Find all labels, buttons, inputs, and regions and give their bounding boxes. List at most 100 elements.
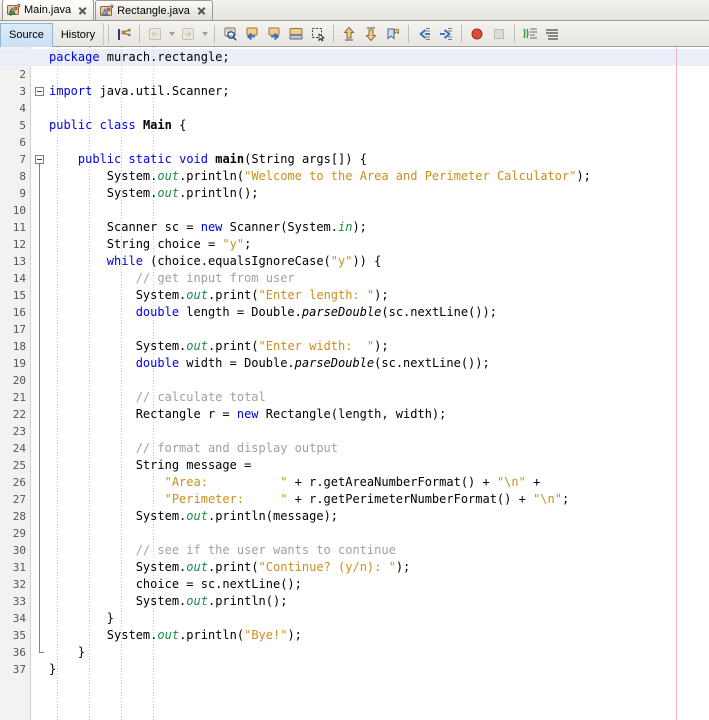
code-line[interactable] (49, 423, 709, 440)
code-line[interactable] (49, 202, 709, 219)
shift-line-right-icon[interactable] (435, 23, 457, 45)
code-line[interactable] (49, 525, 709, 542)
stop-macro-recording-icon (488, 23, 510, 45)
uncomment-icon[interactable] (541, 23, 563, 45)
code-line[interactable]: Rectangle r = new Rectangle(length, widt… (49, 406, 709, 423)
editor-tab-rectangle-java[interactable]: Rectangle.java (95, 0, 213, 20)
code-line[interactable]: // calculate total (49, 389, 709, 406)
line-number: 22 (12, 408, 26, 421)
line-number: 35 (12, 629, 26, 642)
comment-icon[interactable] (519, 23, 541, 45)
code-line[interactable]: // get input from user (49, 270, 709, 287)
line-number: 33 (12, 595, 26, 608)
line-number: 5 (19, 119, 26, 132)
code-line[interactable]: System.out.println(); (49, 185, 709, 202)
fold-range-line (39, 164, 40, 652)
code-line[interactable]: double length = Double.parseDouble(sc.ne… (49, 304, 709, 321)
editor-tab-main-java[interactable]: Main.java (2, 0, 95, 20)
toolbar-separator (139, 24, 141, 43)
start-macro-recording-icon[interactable] (466, 23, 488, 45)
code-line[interactable] (49, 66, 709, 83)
line-number-gutter[interactable]: 1234567891011121314151617181920212223242… (0, 47, 31, 720)
last-edit-position-icon[interactable] (113, 23, 135, 45)
line-number: 25 (12, 459, 26, 472)
code-editor[interactable]: 1234567891011121314151617181920212223242… (0, 47, 709, 720)
view-mode-tabs: Source History (0, 21, 105, 47)
code-line[interactable]: System.out.print("Continue? (y/n): "); (49, 559, 709, 576)
line-number: 4 (19, 102, 26, 115)
editor-tab-label: Rectangle.java (117, 4, 190, 17)
code-line[interactable]: // format and display output (49, 440, 709, 457)
line-number: 7 (19, 153, 26, 166)
code-line[interactable]: } (49, 610, 709, 627)
code-line[interactable]: System.out.println(message); (49, 508, 709, 525)
code-line[interactable]: // see if the user wants to continue (49, 542, 709, 559)
toolbar-separator (214, 24, 216, 43)
find-previous-icon[interactable] (241, 23, 263, 45)
toggle-bookmark-icon[interactable] (382, 23, 404, 45)
code-line[interactable]: double width = Double.parseDouble(sc.nex… (49, 355, 709, 372)
code-line[interactable] (49, 372, 709, 389)
code-line[interactable]: public static void main(String args[]) { (49, 151, 709, 168)
close-icon[interactable] (196, 5, 207, 16)
close-icon[interactable] (77, 5, 88, 16)
line-number: 28 (12, 510, 26, 523)
code-line[interactable]: } (49, 644, 709, 661)
code-line[interactable]: String choice = "y"; (49, 236, 709, 253)
line-number: 37 (12, 663, 26, 676)
line-number: 32 (12, 578, 26, 591)
line-number: 24 (12, 442, 26, 455)
code-line[interactable]: import java.util.Scanner; (49, 83, 709, 100)
code-line[interactable] (49, 321, 709, 338)
code-line[interactable]: String message = (49, 457, 709, 474)
code-line[interactable]: System.out.println("Bye!"); (49, 627, 709, 644)
line-number: 15 (12, 289, 26, 302)
line-number: 26 (12, 476, 26, 489)
editor-tab-label: Main.java (24, 4, 72, 16)
chevron-down-icon[interactable] (199, 23, 210, 45)
shift-line-left-icon[interactable] (413, 23, 435, 45)
code-line[interactable]: while (choice.equalsIgnoreCase("y")) { (49, 253, 709, 270)
code-fold-column[interactable] (31, 47, 49, 720)
line-number: 2 (19, 68, 26, 81)
java-class-icon (100, 4, 114, 18)
toolbar-separator (461, 24, 463, 43)
tab-label: History (60, 28, 96, 41)
code-line[interactable]: System.out.print("Enter width: "); (49, 338, 709, 355)
tab-source[interactable]: Source (0, 22, 53, 47)
line-number: 14 (12, 272, 26, 285)
code-line[interactable]: } (49, 661, 709, 678)
line-number: 31 (12, 561, 26, 574)
line-number: 9 (19, 187, 26, 200)
toolbar-buttons (113, 23, 563, 45)
line-number: 18 (12, 340, 26, 353)
code-line[interactable]: "Area: " + r.getAreaNumberFormat() + "\n… (49, 474, 709, 491)
toggle-highlight-icon[interactable] (285, 23, 307, 45)
next-bookmark-icon[interactable] (360, 23, 382, 45)
toggle-rectangular-selection-icon[interactable] (307, 23, 329, 45)
code-line[interactable]: package murach.rectangle; (49, 49, 709, 66)
find-selection-icon[interactable] (219, 23, 241, 45)
code-line[interactable] (49, 100, 709, 117)
previous-bookmark-icon[interactable] (338, 23, 360, 45)
tab-history[interactable]: History (53, 22, 105, 47)
fold-toggle-icon[interactable] (35, 87, 44, 96)
find-next-icon[interactable] (263, 23, 285, 45)
line-number: 29 (12, 527, 26, 540)
code-line[interactable] (49, 134, 709, 151)
code-line[interactable]: Scanner sc = new Scanner(System.in); (49, 219, 709, 236)
toolbar-separator (108, 24, 110, 43)
code-line[interactable]: System.out.print("Enter length: "); (49, 287, 709, 304)
code-line[interactable]: System.out.println("Welcome to the Area … (49, 168, 709, 185)
code-line[interactable]: public class Main { (49, 117, 709, 134)
line-number: 8 (19, 170, 26, 183)
code-line[interactable]: "Perimeter: " + r.getPerimeterNumberForm… (49, 491, 709, 508)
line-number: 36 (12, 646, 26, 659)
code-line[interactable]: System.out.println(); (49, 593, 709, 610)
editor-toolbar: Source History (0, 21, 709, 47)
line-number: 11 (12, 221, 26, 234)
fold-toggle-icon[interactable] (35, 155, 44, 164)
toolbar-separator (514, 24, 516, 43)
chevron-down-icon[interactable] (166, 23, 177, 45)
code-line[interactable]: choice = sc.nextLine(); (49, 576, 709, 593)
